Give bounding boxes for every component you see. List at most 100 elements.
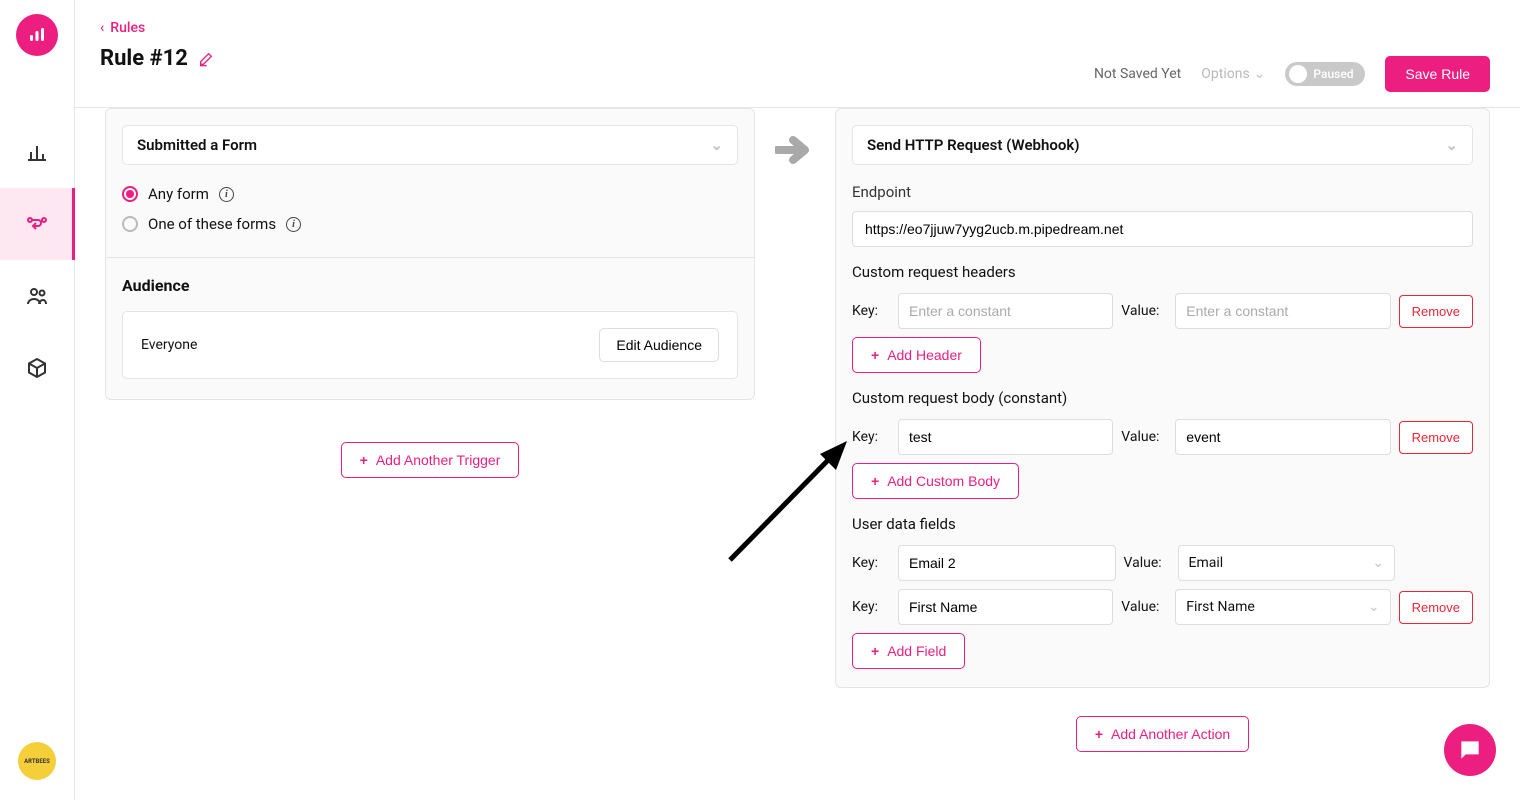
options-label: Options <box>1201 66 1249 82</box>
key-label: Key: <box>852 303 890 319</box>
endpoint-input[interactable] <box>852 211 1473 247</box>
audience-section: Audience Everyone Edit Audience <box>106 258 754 399</box>
nav-box[interactable] <box>0 332 75 404</box>
form-scope-radios: Any form i One of these forms i <box>106 179 754 257</box>
chevron-down-icon: ⌄ <box>1368 599 1380 615</box>
sidebar: ARTBEES <box>0 0 75 800</box>
not-saved-label: Not Saved Yet <box>1094 66 1181 82</box>
audience-title: Audience <box>122 276 738 295</box>
arrow-column <box>775 108 815 164</box>
arrow-right-icon <box>775 136 815 164</box>
body-key-input[interactable] <box>898 419 1113 455</box>
add-body-label: Add Custom Body <box>887 473 1000 489</box>
radio-one-of-forms[interactable]: One of these forms i <box>122 209 738 239</box>
key-label: Key: <box>852 429 890 445</box>
plus-icon: + <box>360 452 368 468</box>
radio-icon <box>122 186 138 202</box>
chevron-down-icon: ⌄ <box>1372 555 1384 571</box>
radio-any-form[interactable]: Any form i <box>122 179 738 209</box>
toggle-label: Paused <box>1313 67 1353 81</box>
header-row: Key: Value: Remove <box>852 293 1473 329</box>
radio-icon <box>122 216 138 232</box>
chat-button[interactable] <box>1444 724 1496 776</box>
nav-analytics[interactable] <box>0 116 75 188</box>
breadcrumb[interactable]: ‹ Rules <box>100 20 1490 36</box>
plus-icon: + <box>871 473 879 489</box>
body-value-input[interactable] <box>1175 419 1390 455</box>
add-another-action-button[interactable]: + Add Another Action <box>1076 716 1249 752</box>
remove-header-button[interactable]: Remove <box>1399 295 1473 328</box>
chevron-down-icon: ⌄ <box>1445 136 1458 154</box>
brand-badge-label: ARTBEES <box>24 758 50 765</box>
remove-body-button[interactable]: Remove <box>1399 421 1473 454</box>
field-value: First Name <box>1186 599 1254 615</box>
header-value-input[interactable] <box>1175 293 1390 329</box>
chevron-down-icon: ⌄ <box>710 136 723 154</box>
value-label: Value: <box>1121 429 1167 445</box>
nav-people[interactable] <box>0 260 75 332</box>
body-title: Custom request body (constant) <box>852 389 1473 407</box>
chevron-left-icon: ‹ <box>100 20 104 36</box>
chart-icon <box>25 140 49 164</box>
breadcrumb-label: Rules <box>110 20 145 36</box>
add-header-button[interactable]: + Add Header <box>852 337 981 373</box>
audience-value: Everyone <box>141 337 197 353</box>
logo[interactable] <box>16 14 58 56</box>
toggle-knob <box>1289 65 1307 83</box>
edit-audience-button[interactable]: Edit Audience <box>599 328 719 362</box>
bars-icon <box>25 23 49 47</box>
plus-icon: + <box>871 643 879 659</box>
add-trigger-label: Add Another Trigger <box>376 452 501 468</box>
field-key-input[interactable] <box>898 545 1116 581</box>
user-fields-title: User data fields <box>852 515 1473 533</box>
chat-icon <box>1457 737 1483 763</box>
audience-box: Everyone Edit Audience <box>122 311 738 379</box>
user-field-row: Key: Value: First Name ⌄ Remove <box>852 589 1473 625</box>
radio-any-label: Any form <box>148 185 209 203</box>
add-field-label: Add Field <box>887 643 946 659</box>
people-icon <box>25 284 49 308</box>
value-label: Value: <box>1124 555 1170 571</box>
options-dropdown[interactable]: Options ⌄ <box>1201 66 1265 82</box>
action-panel: Send HTTP Request (Webhook) ⌄ Endpoint C… <box>835 108 1490 688</box>
content: Submitted a Form ⌄ Any form i One of the… <box>75 108 1520 800</box>
add-field-button[interactable]: + Add Field <box>852 633 965 669</box>
value-label: Value: <box>1121 599 1167 615</box>
edit-icon[interactable] <box>198 51 214 67</box>
chevron-down-icon: ⌄ <box>1254 66 1266 82</box>
field-value-select[interactable]: Email ⌄ <box>1178 545 1396 581</box>
header-key-input[interactable] <box>898 293 1113 329</box>
trigger-column: Submitted a Form ⌄ Any form i One of the… <box>105 108 755 478</box>
info-icon[interactable]: i <box>219 187 234 202</box>
header: ‹ Rules Rule #12 Not Saved Yet Options ⌄… <box>75 0 1520 108</box>
flow-icon <box>25 212 49 236</box>
brand-badge[interactable]: ARTBEES <box>18 742 56 780</box>
field-value-select[interactable]: First Name ⌄ <box>1175 589 1390 625</box>
field-key-input[interactable] <box>898 589 1113 625</box>
paused-toggle[interactable]: Paused <box>1285 62 1365 86</box>
box-icon <box>25 356 49 380</box>
add-action-label: Add Another Action <box>1111 726 1230 742</box>
trigger-panel: Submitted a Form ⌄ Any form i One of the… <box>105 108 755 400</box>
endpoint-label: Endpoint <box>852 183 1473 201</box>
field-value: Email <box>1189 555 1224 571</box>
body-row: Key: Value: Remove <box>852 419 1473 455</box>
info-icon[interactable]: i <box>286 217 301 232</box>
add-body-button[interactable]: + Add Custom Body <box>852 463 1019 499</box>
trigger-type-select[interactable]: Submitted a Form ⌄ <box>122 125 738 165</box>
action-type-select[interactable]: Send HTTP Request (Webhook) ⌄ <box>852 125 1473 165</box>
headers-title: Custom request headers <box>852 263 1473 281</box>
nav-rules[interactable] <box>0 188 75 260</box>
action-type-value: Send HTTP Request (Webhook) <box>867 136 1080 154</box>
user-field-row: Key: Value: Email ⌄ <box>852 545 1473 581</box>
value-label: Value: <box>1121 303 1167 319</box>
key-label: Key: <box>852 555 890 571</box>
add-header-label: Add Header <box>887 347 962 363</box>
radio-one-label: One of these forms <box>148 215 276 233</box>
save-rule-button[interactable]: Save Rule <box>1385 56 1490 92</box>
trigger-type-value: Submitted a Form <box>137 136 257 154</box>
remove-field-button[interactable]: Remove <box>1399 591 1473 624</box>
add-another-trigger-button[interactable]: + Add Another Trigger <box>341 442 520 478</box>
plus-icon: + <box>871 347 879 363</box>
plus-icon: + <box>1095 726 1103 742</box>
